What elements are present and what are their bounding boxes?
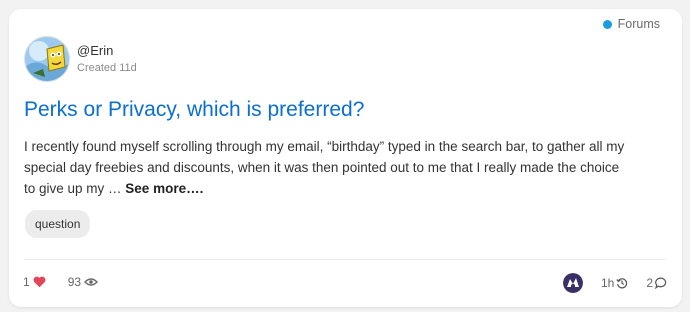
avatar-image [25, 37, 69, 81]
excerpt-text: I recently found myself scrolling throug… [24, 139, 625, 196]
category-label: Forums [617, 17, 660, 31]
created-date: Created 11d [77, 62, 137, 74]
last-poster-avatar[interactable] [562, 273, 583, 293]
tag-question[interactable]: question [25, 210, 91, 238]
divider [24, 259, 666, 260]
poster-avatar-image [562, 273, 583, 293]
author-block: @Erin Created 11d [24, 36, 137, 82]
comment-icon [655, 277, 667, 289]
like-count-value: 1 [23, 275, 30, 289]
see-more-link[interactable]: See more…. [125, 181, 203, 196]
category-badge[interactable]: Forums [602, 17, 660, 31]
avatar[interactable] [24, 36, 70, 82]
heart-icon [33, 276, 46, 288]
last-activity-value: 1h [600, 276, 615, 290]
author-username[interactable]: @Erin [77, 43, 137, 59]
view-count: 93 [68, 275, 98, 289]
reply-count[interactable]: 2 [646, 276, 668, 290]
history-icon [616, 278, 628, 289]
topic-stats: 1 93 [23, 275, 98, 289]
topic-title[interactable]: Perks or Privacy, which is preferred? [24, 97, 364, 123]
reply-count-value: 2 [646, 276, 653, 290]
activity-stats: 1h 2 [562, 273, 668, 293]
topic-excerpt: I recently found myself scrolling throug… [24, 136, 634, 199]
eye-icon [84, 278, 98, 286]
category-color-dot [602, 19, 612, 29]
view-count-value: 93 [67, 275, 82, 289]
last-activity[interactable]: 1h [601, 276, 628, 290]
topic-card: Forums @Erin Created 11d Perks or Privac… [9, 9, 682, 307]
like-count[interactable]: 1 [23, 275, 46, 289]
